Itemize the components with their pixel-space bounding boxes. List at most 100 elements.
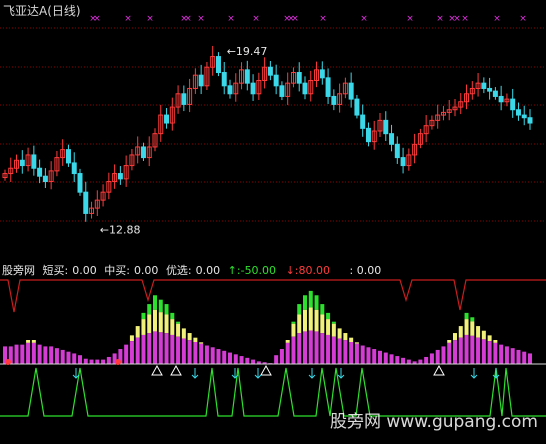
green-bar — [303, 295, 307, 310]
green-bar — [308, 290, 313, 308]
candle-body — [487, 87, 493, 92]
magenta-bar — [251, 359, 256, 364]
red-signal-line — [0, 279, 546, 313]
candle-body — [481, 82, 487, 89]
magenta-bar — [395, 356, 400, 364]
yellow-bar — [291, 323, 296, 337]
signal-marker: × — [436, 14, 444, 24]
down-arrow-signal — [492, 368, 500, 379]
magenta-bar — [153, 331, 157, 364]
candle-body — [389, 133, 395, 145]
magenta-bar — [349, 342, 354, 364]
green-bar — [331, 321, 336, 324]
yellow-bar — [470, 321, 475, 336]
mid-buy-label: 中买: — [104, 264, 130, 277]
yellow-bar — [453, 333, 457, 341]
magenta-bar — [372, 349, 377, 364]
magenta-bar — [326, 334, 331, 364]
magenta-bar — [101, 359, 106, 364]
magenta-bar — [204, 345, 209, 364]
magenta-bar — [303, 331, 307, 364]
candle-body — [198, 74, 204, 87]
buy-dot — [5, 359, 11, 365]
candle-body — [515, 109, 521, 116]
yellow-bar — [164, 314, 169, 334]
magenta-bar — [239, 356, 244, 364]
signal-marker: × — [124, 14, 132, 24]
green-bar — [470, 317, 475, 322]
candle-body — [140, 146, 146, 159]
candle-body — [383, 119, 389, 135]
magenta-bar — [228, 352, 232, 364]
yellow-bar — [458, 326, 463, 338]
magenta-bar — [429, 353, 434, 364]
down-arrow-signal — [254, 368, 262, 379]
up-arrow-icon: ↑: — [227, 264, 241, 277]
down-value: 80.00 — [298, 264, 331, 277]
green-bar — [164, 304, 169, 315]
short-buy-value: 0.00 — [72, 264, 97, 277]
signal-markers: ×× × × ×× × × × ××× × × × × ×× × × × — [89, 14, 527, 24]
candle-body — [37, 167, 43, 177]
magenta-bar — [337, 338, 342, 364]
magenta-bar — [193, 342, 198, 364]
down-arrow-icon: ↓: — [285, 264, 299, 277]
green-bar — [291, 321, 296, 324]
magenta-bar — [464, 334, 469, 364]
green-bar — [170, 312, 175, 320]
yellow-bar — [349, 337, 354, 342]
yellow-bar — [331, 323, 336, 337]
price-label: ←19.47 — [227, 45, 268, 58]
yellow-bar — [170, 319, 175, 335]
magenta-bar — [308, 330, 313, 364]
magenta-bar — [470, 335, 475, 364]
down-arrow-signal — [470, 368, 478, 379]
yellow-bar — [158, 312, 163, 333]
candle-body — [279, 85, 285, 97]
candle-body — [521, 114, 527, 119]
down-arrow-signal — [337, 368, 345, 379]
magenta-bar — [314, 331, 319, 364]
magenta-bar — [435, 349, 440, 364]
magenta-bar — [360, 345, 365, 364]
magenta-bar — [135, 337, 140, 364]
yellow-bar — [187, 333, 192, 341]
pick-value: 0.00 — [195, 264, 221, 277]
yellow-bar — [314, 309, 319, 332]
candle-body — [498, 95, 504, 103]
candle-body — [42, 175, 48, 183]
yellow-bar — [464, 319, 469, 335]
yellow-bar — [181, 328, 186, 339]
short-buy-label: 短买: — [42, 264, 69, 277]
candlesticks — [2, 45, 533, 222]
magenta-bar — [453, 340, 457, 364]
candle-body — [325, 77, 331, 97]
magenta-bar — [406, 359, 411, 364]
magenta-bar — [26, 342, 31, 364]
magenta-bar — [401, 357, 406, 364]
buy-dot — [115, 359, 121, 365]
magenta-bar — [481, 339, 486, 364]
magenta-bar — [14, 344, 19, 364]
magenta-bar — [199, 343, 204, 364]
yellow-bar — [487, 335, 492, 342]
yellow-bar — [354, 342, 359, 344]
candle-body — [19, 159, 25, 167]
signal-marker: × — [93, 14, 101, 24]
magenta-bar — [222, 350, 227, 364]
stock-chart: ×× × × ×× × × × ××× × × × × ×× × × × ←19.47 ←12.88 — [0, 14, 546, 417]
candle-body — [331, 95, 337, 105]
magenta-bar — [60, 349, 65, 364]
magenta-bar — [164, 333, 169, 364]
candle-body — [267, 66, 273, 76]
magenta-bar — [476, 337, 481, 364]
candle-body — [354, 98, 360, 116]
magenta-bar — [158, 332, 163, 364]
magenta-bar — [487, 341, 492, 364]
magenta-bar — [54, 348, 59, 364]
candle-body — [296, 72, 302, 84]
magenta-bar — [291, 336, 296, 364]
magenta-bar — [37, 344, 42, 364]
candle-body — [400, 157, 406, 167]
magenta-bar — [20, 344, 25, 364]
